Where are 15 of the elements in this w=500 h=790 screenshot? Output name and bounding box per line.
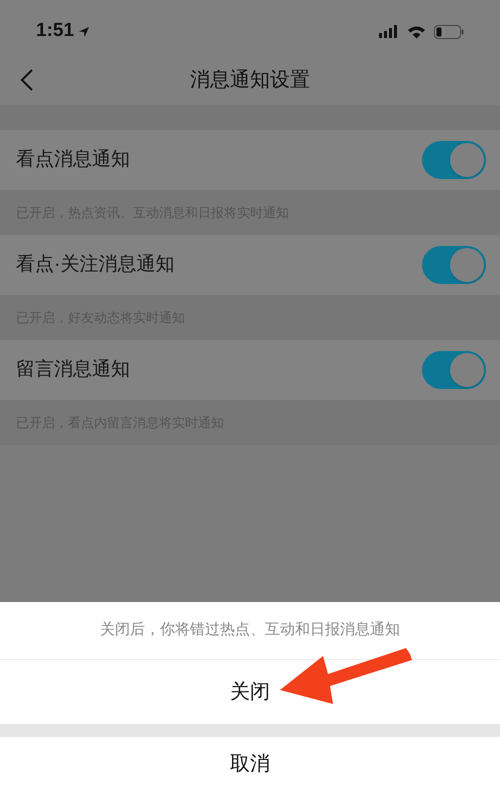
cancel-button[interactable]: 取消	[0, 737, 500, 790]
location-arrow-icon	[78, 26, 90, 38]
setting-label: 留言消息通知	[16, 358, 130, 382]
page-title: 消息通知设置	[190, 68, 310, 93]
sheet-message: 关闭后，你将错过热点、互动和日报消息通知	[100, 620, 400, 640]
toggle-switch[interactable]	[422, 246, 486, 284]
toggle-switch[interactable]	[422, 141, 486, 179]
toggle-switch[interactable]	[422, 351, 486, 389]
wifi-icon	[407, 24, 426, 38]
close-button[interactable]: 关闭	[0, 660, 500, 724]
battery-icon	[434, 24, 464, 38]
setting-label: 看点·关注消息通知	[16, 252, 174, 277]
signal-icon	[379, 25, 399, 38]
setting-label: 看点消息通知	[16, 148, 130, 172]
status-time: 1:51	[36, 19, 74, 44]
